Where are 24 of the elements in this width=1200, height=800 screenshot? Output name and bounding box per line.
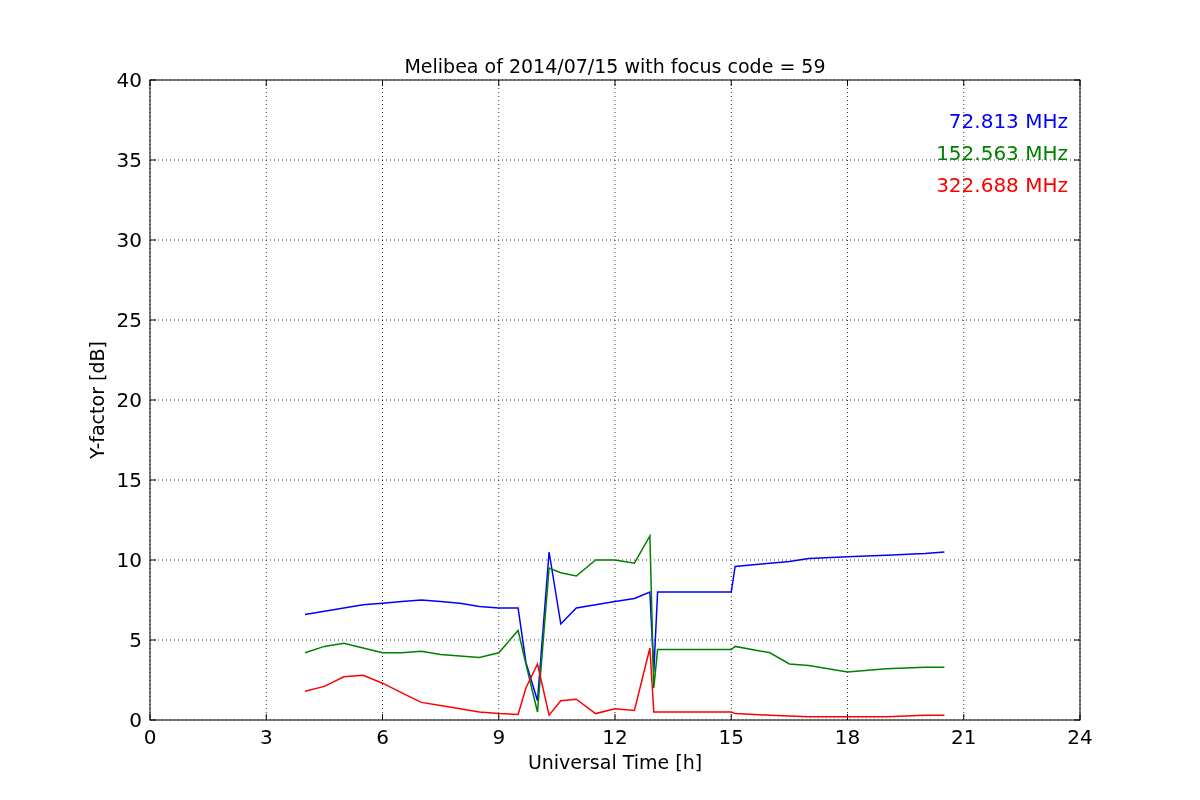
y-tick-label: 0 xyxy=(129,708,142,732)
y-tick-label: 20 xyxy=(116,388,142,412)
x-tick-label: 21 xyxy=(951,725,977,749)
y-tick-label: 10 xyxy=(116,548,142,572)
y-tick-label: 30 xyxy=(116,228,142,252)
x-axis-label: Universal Time [h] xyxy=(527,751,703,773)
y-tick-label: 35 xyxy=(116,148,142,172)
x-tick-label: 6 xyxy=(376,725,389,749)
chart-title: Melibea of 2014/07/15 with focus code = 59 xyxy=(404,55,826,77)
x-tick-label: 9 xyxy=(492,725,506,749)
x-tick-label: 0 xyxy=(143,725,157,749)
legend-label: 152.563 MHz xyxy=(936,141,1068,165)
y-tick-label: 15 xyxy=(116,468,142,492)
legend-label: 322.688 MHz xyxy=(936,173,1068,197)
x-tick-label: 3 xyxy=(259,725,273,749)
x-tick-label: 18 xyxy=(834,725,861,749)
x-tick-label: 24 xyxy=(1067,725,1093,749)
legend-label: 72.813 MHz xyxy=(948,109,1068,133)
x-tick-label: 12 xyxy=(602,725,628,749)
y-tick-label: 40 xyxy=(116,68,142,92)
x-tick-label: 15 xyxy=(718,725,744,749)
y-tick-label: 5 xyxy=(129,628,142,652)
y-axis-label: Y-factor [dB] xyxy=(86,341,108,459)
y-tick-label: 25 xyxy=(116,308,142,332)
